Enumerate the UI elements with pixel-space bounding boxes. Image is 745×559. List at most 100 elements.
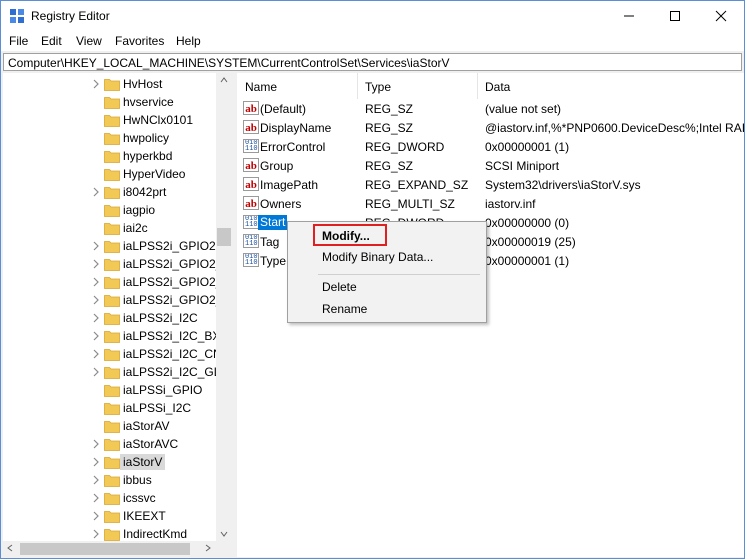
tree-item[interactable]: HvHost bbox=[3, 75, 215, 93]
minimize-icon bbox=[624, 15, 634, 17]
chevron-right-icon[interactable] bbox=[91, 349, 101, 359]
context-menu-delete-label: Delete bbox=[322, 280, 357, 294]
tree-item[interactable]: iaLPSSi_I2C bbox=[3, 399, 215, 417]
chevron-right-icon[interactable] bbox=[91, 79, 101, 89]
folder-icon bbox=[104, 133, 120, 145]
folder-icon bbox=[104, 151, 120, 163]
tree-item[interactable]: hvservice bbox=[3, 93, 215, 111]
list-row[interactable]: ab Owners REG_MULTI_SZ iastorv.inf bbox=[237, 194, 744, 213]
tree-item[interactable]: iaLPSS2i_I2C_GLK bbox=[3, 363, 228, 381]
tree-item[interactable]: iaLPSS2i_I2C_CNL bbox=[3, 345, 228, 363]
column-header-type[interactable]: Type bbox=[365, 80, 391, 94]
tree-item[interactable]: iaStorAVC bbox=[3, 435, 215, 453]
address-bar[interactable]: Computer\HKEY_LOCAL_MACHINE\SYSTEM\Curre… bbox=[3, 53, 742, 71]
string-value-icon: ab bbox=[243, 196, 259, 210]
context-menu-delete[interactable]: Delete bbox=[288, 277, 486, 297]
list-row[interactable]: ab Group REG_SZ SCSI Miniport bbox=[237, 156, 744, 175]
tree-item[interactable]: iai2c bbox=[3, 219, 215, 237]
tree-horizontal-scrollbar[interactable] bbox=[3, 541, 232, 557]
tree-item[interactable]: iaLPSS2i_GPIO2_C bbox=[3, 273, 231, 291]
chevron-right-icon[interactable] bbox=[91, 277, 101, 287]
address-path[interactable]: Computer\HKEY_LOCAL_MACHINE\SYSTEM\Curre… bbox=[8, 56, 450, 70]
column-divider[interactable] bbox=[357, 73, 358, 99]
tree-item-label: iai2c bbox=[123, 221, 148, 235]
value-data: @iastorv.inf,%*PNP0600.DeviceDesc%;Intel… bbox=[485, 121, 744, 135]
folder-icon bbox=[104, 169, 120, 181]
folder-icon bbox=[104, 529, 120, 541]
chevron-right-icon[interactable] bbox=[91, 367, 101, 377]
menu-view[interactable]: View bbox=[76, 34, 102, 48]
chevron-right-icon[interactable] bbox=[91, 439, 101, 449]
tree-vertical-scrollbar[interactable] bbox=[216, 73, 232, 543]
menu-file[interactable]: File bbox=[9, 34, 28, 48]
tree-item-label: hyperkbd bbox=[123, 149, 173, 163]
chevron-right-icon[interactable] bbox=[91, 241, 101, 251]
minimize-button[interactable] bbox=[606, 1, 652, 31]
tree-item[interactable]: iagpio bbox=[3, 201, 215, 219]
chevron-right-icon[interactable] bbox=[91, 511, 101, 521]
column-header-data[interactable]: Data bbox=[485, 80, 510, 94]
context-menu-modify-binary[interactable]: Modify Binary Data... bbox=[288, 247, 486, 267]
context-menu-rename[interactable]: Rename bbox=[288, 299, 486, 319]
chevron-right-icon[interactable] bbox=[91, 493, 101, 503]
tree-item[interactable]: iaLPSS2i_I2C_BXT bbox=[3, 327, 228, 345]
value-type: REG_SZ bbox=[365, 121, 414, 135]
list-row[interactable]: 010 110 ErrorControl REG_DWORD 0x00000001 (1… bbox=[237, 137, 744, 156]
tree-item[interactable]: hyperkbd bbox=[3, 147, 215, 165]
tree-item[interactable]: iaLPSS2i_GPIO2_B bbox=[3, 255, 230, 273]
tree-item[interactable]: i8042prt bbox=[3, 183, 215, 201]
menu-favorites[interactable]: Favorites bbox=[115, 34, 164, 48]
scroll-up-arrow-icon[interactable] bbox=[220, 77, 228, 83]
tree-item[interactable]: HyperVideo bbox=[3, 165, 215, 183]
column-divider[interactable] bbox=[477, 73, 478, 99]
chevron-right-icon[interactable] bbox=[91, 457, 101, 467]
tree-item[interactable]: iaLPSS2i_GPIO2_G bbox=[3, 291, 232, 309]
chevron-right-icon[interactable] bbox=[91, 529, 101, 539]
tree-item-label: i8042prt bbox=[123, 185, 167, 199]
folder-icon bbox=[104, 79, 120, 91]
tree-horizontal-scroll-thumb[interactable] bbox=[20, 543, 190, 555]
tree-item[interactable]: iaLPSS2i_GPIO2 bbox=[3, 237, 216, 255]
value-name: DisplayName bbox=[260, 121, 332, 135]
registry-key-tree[interactable]: HvHost hvservice HwNClx0101 hwpolicy hyperkb… bbox=[3, 73, 232, 543]
value-type: REG_DWORD bbox=[365, 140, 445, 154]
tree-item[interactable]: iaStorV bbox=[3, 453, 215, 471]
scroll-right-arrow-icon[interactable] bbox=[205, 544, 211, 552]
chevron-right-icon[interactable] bbox=[91, 187, 101, 197]
scroll-down-arrow-icon[interactable] bbox=[220, 531, 228, 537]
binary-value-icon: 010 110 bbox=[243, 253, 259, 267]
registry-editor-app-icon bbox=[10, 9, 24, 23]
tree-item[interactable]: iaLPSSi_GPIO bbox=[3, 381, 215, 399]
folder-icon bbox=[104, 205, 120, 217]
maximize-button[interactable] bbox=[652, 1, 698, 31]
tree-item[interactable]: iaStorAV bbox=[3, 417, 215, 435]
tree-item[interactable]: hwpolicy bbox=[3, 129, 215, 147]
value-name: Start bbox=[258, 215, 288, 230]
title-bar[interactable]: Registry Editor bbox=[1, 1, 744, 31]
list-row[interactable]: ab (Default) REG_SZ (value not set) bbox=[237, 99, 744, 118]
tree-item-label: IndirectKmd bbox=[123, 527, 188, 541]
menu-edit[interactable]: Edit bbox=[41, 34, 62, 48]
list-row[interactable]: ab DisplayName REG_SZ @iastorv.inf,%*PNP060… bbox=[237, 118, 744, 137]
chevron-right-icon[interactable] bbox=[91, 475, 101, 485]
column-header-name[interactable]: Name bbox=[245, 80, 277, 94]
tree-item[interactable]: HwNClx0101 bbox=[3, 111, 215, 129]
tree-item[interactable]: iaLPSS2i_I2C bbox=[3, 309, 215, 327]
value-data: 0x00000000 (0) bbox=[485, 216, 570, 230]
tree-item[interactable]: ibbus bbox=[3, 471, 215, 489]
chevron-right-icon[interactable] bbox=[91, 331, 101, 341]
chevron-right-icon[interactable] bbox=[91, 313, 101, 323]
folder-icon bbox=[104, 331, 120, 343]
tree-item[interactable]: icssvc bbox=[3, 489, 215, 507]
chevron-right-icon[interactable] bbox=[91, 259, 101, 269]
menu-help[interactable]: Help bbox=[176, 34, 201, 48]
folder-icon bbox=[104, 349, 120, 361]
string-value-icon: ab bbox=[243, 177, 259, 191]
tree-vertical-scroll-thumb[interactable] bbox=[217, 228, 231, 246]
close-button[interactable] bbox=[698, 1, 744, 31]
chevron-right-icon[interactable] bbox=[91, 295, 101, 305]
scroll-left-arrow-icon[interactable] bbox=[7, 544, 13, 552]
tree-item[interactable]: IKEEXT bbox=[3, 507, 215, 525]
list-row[interactable]: ab ImagePath REG_EXPAND_SZ System32\drivers… bbox=[237, 175, 744, 194]
tree-item-label: HvHost bbox=[123, 77, 163, 91]
